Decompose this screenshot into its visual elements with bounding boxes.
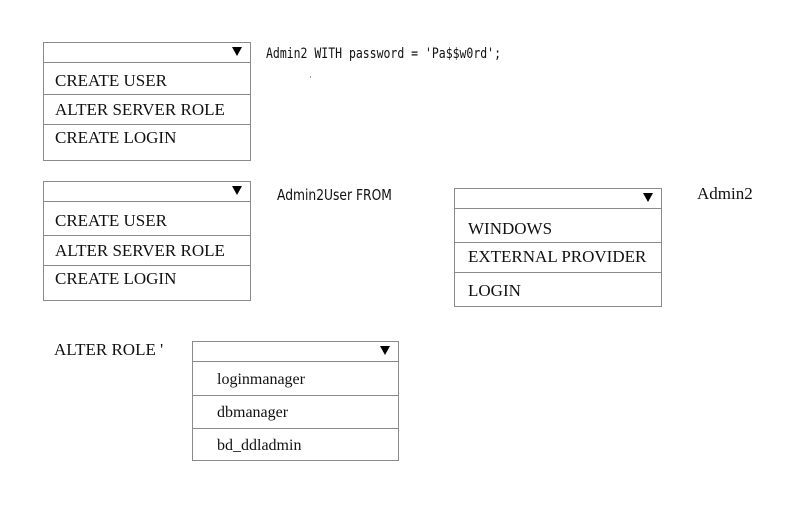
- statement-2-suffix-text: Admin2: [697, 184, 753, 203]
- dropdown-option[interactable]: CREATE USER: [44, 63, 250, 95]
- statement-2-source-dropdown[interactable]: WINDOWS EXTERNAL PROVIDER LOGIN: [454, 188, 662, 307]
- dropdown-selected-value[interactable]: [44, 182, 250, 202]
- stray-mark: [310, 76, 311, 78]
- dropdown-option[interactable]: LOGIN: [455, 273, 661, 307]
- statement-2-middle-text: Admin2User FROM: [277, 186, 392, 204]
- statement-1-command-dropdown[interactable]: CREATE USER ALTER SERVER ROLE CREATE LOG…: [43, 42, 251, 161]
- dropdown-option[interactable]: EXTERNAL PROVIDER: [455, 243, 661, 273]
- dropdown-option[interactable]: ALTER SERVER ROLE: [44, 236, 250, 266]
- dropdown-selected-value[interactable]: [193, 342, 398, 362]
- dropdown-selected-value[interactable]: [455, 189, 661, 209]
- dropdown-option[interactable]: dbmanager: [193, 396, 398, 429]
- dropdown-option[interactable]: CREATE USER: [44, 202, 250, 236]
- dropdown-option[interactable]: bd_ddladmin: [193, 429, 398, 461]
- dropdown-option[interactable]: WINDOWS: [455, 209, 661, 243]
- chevron-down-icon[interactable]: [232, 186, 242, 195]
- chevron-down-icon[interactable]: [232, 47, 242, 56]
- chevron-down-icon[interactable]: [380, 346, 390, 355]
- chevron-down-icon[interactable]: [643, 193, 653, 202]
- statement-1-text: Admin2 WITH password = 'Pa$$w0rd';: [266, 46, 501, 62]
- dropdown-option[interactable]: loginmanager: [193, 362, 398, 396]
- dropdown-option[interactable]: CREATE LOGIN: [44, 266, 250, 300]
- statement-3-role-dropdown[interactable]: loginmanager dbmanager bd_ddladmin: [192, 341, 399, 461]
- statement-2-command-dropdown[interactable]: CREATE USER ALTER SERVER ROLE CREATE LOG…: [43, 181, 251, 301]
- statement-3-prefix-text: ALTER ROLE ': [54, 340, 164, 359]
- dropdown-selected-value[interactable]: [44, 43, 250, 63]
- dropdown-option[interactable]: CREATE LOGIN: [44, 125, 250, 160]
- dropdown-option[interactable]: ALTER SERVER ROLE: [44, 95, 250, 125]
